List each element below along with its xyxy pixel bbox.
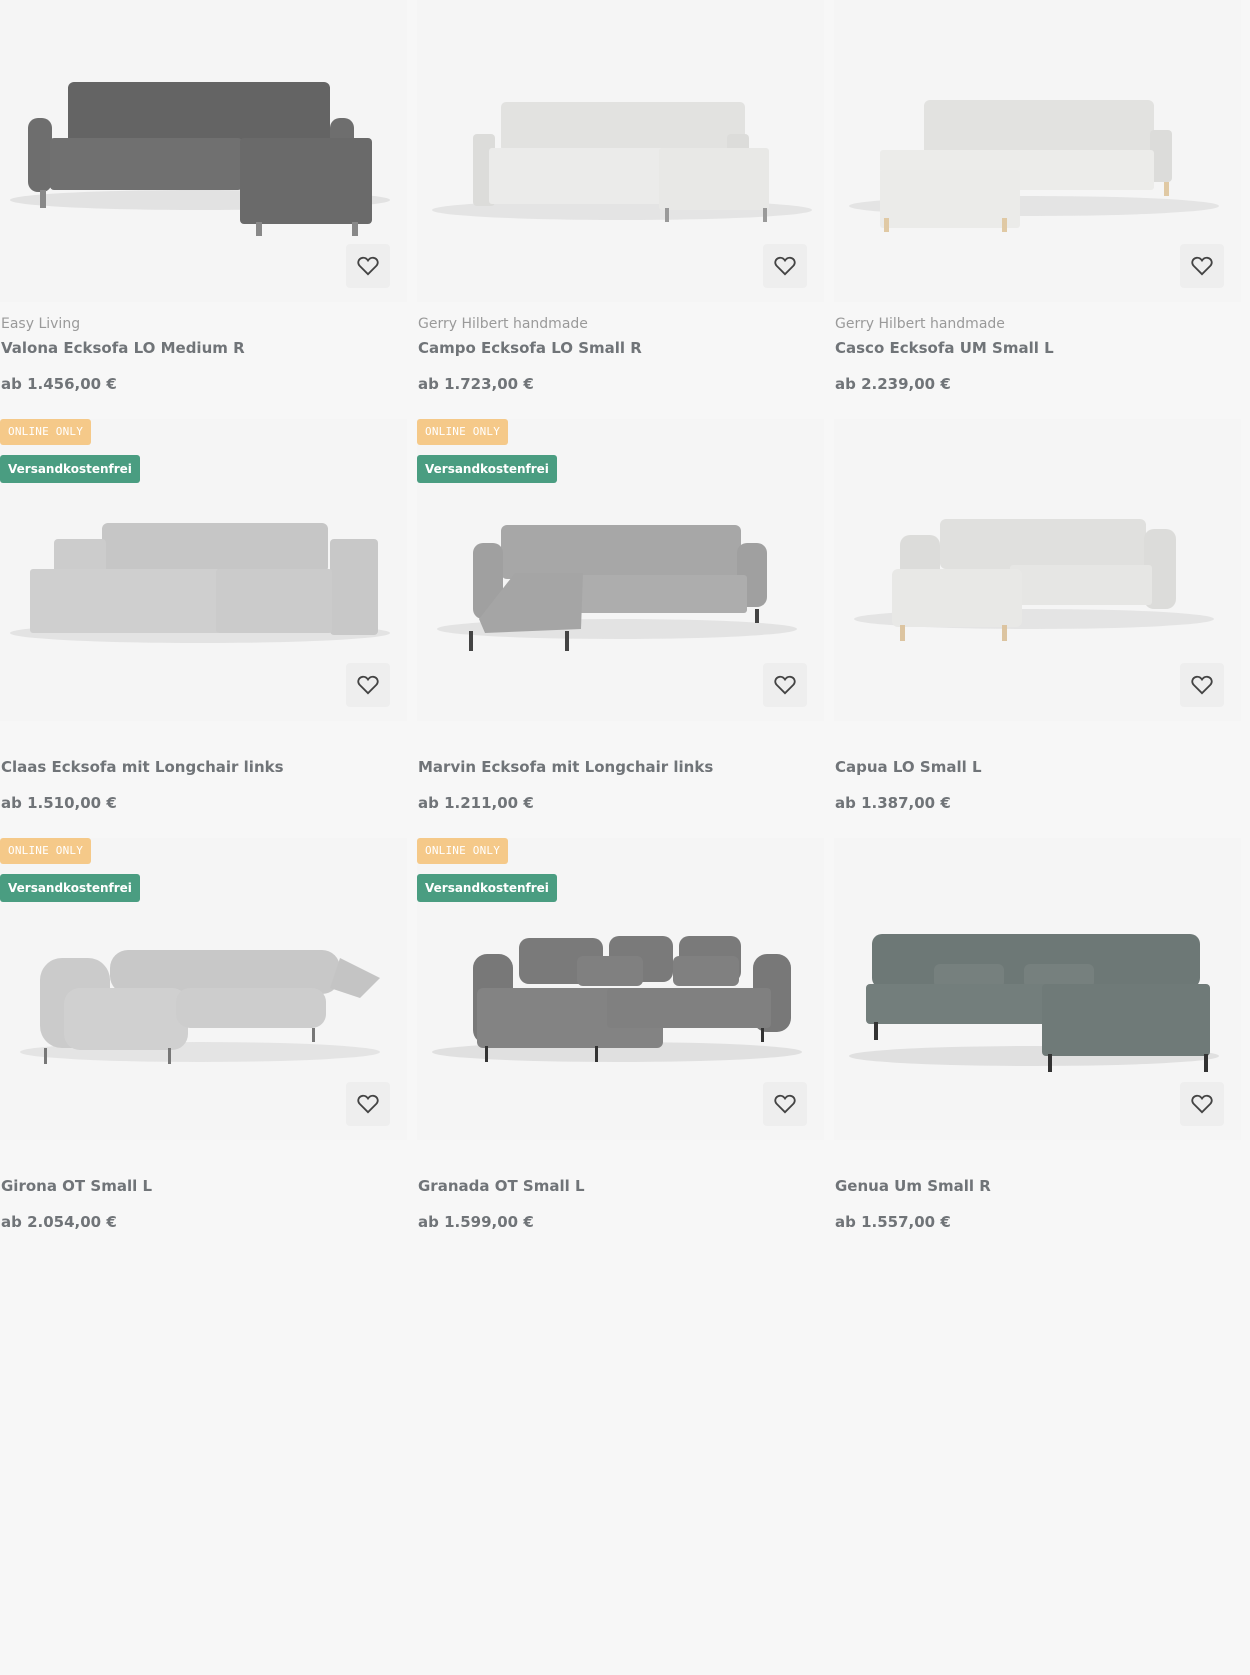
wishlist-button[interactable] [346, 244, 390, 288]
product-brand: Easy Living [1, 316, 81, 332]
heart-icon [1191, 1094, 1213, 1114]
product-price: ab 1.557,00 € [835, 1213, 951, 1231]
heart-icon [357, 675, 379, 695]
online-only-badge: ONLINE ONLY [0, 419, 92, 445]
product-name[interactable]: Marvin Ecksofa mit Longchair links [418, 758, 713, 776]
product-name[interactable]: Capua LO Small L [835, 758, 982, 776]
product-price: ab 1.723,00 € [418, 375, 534, 393]
product-name[interactable]: Casco Ecksofa UM Small L [835, 339, 1054, 357]
heart-icon [357, 256, 379, 276]
wishlist-button[interactable] [763, 244, 807, 288]
product-name[interactable]: Campo Ecksofa LO Small R [418, 339, 642, 357]
heart-icon [774, 256, 796, 276]
product-card[interactable]: ONLINE ONLY Versandkostenfrei Marvin Eck… [417, 419, 824, 837]
product-price: ab 1.510,00 € [1, 794, 117, 812]
product-price: ab 1.211,00 € [418, 794, 534, 812]
product-price: ab 2.054,00 € [1, 1213, 117, 1231]
heart-icon [1191, 256, 1213, 276]
free-shipping-badge: Versandkostenfrei [417, 874, 557, 902]
heart-icon [774, 675, 796, 695]
product-name[interactable]: Genua Um Small R [835, 1177, 991, 1195]
product-price: ab 1.599,00 € [418, 1213, 534, 1231]
wishlist-button[interactable] [346, 1082, 390, 1126]
product-card[interactable]: Gerry Hilbert handmade Campo Ecksofa LO … [417, 0, 824, 418]
product-price: ab 1.456,00 € [1, 375, 117, 393]
product-card[interactable]: ONLINE ONLY Versandkostenfrei Girona OT … [0, 838, 407, 1256]
product-card[interactable]: ONLINE ONLY Versandkostenfrei Granada OT… [417, 838, 824, 1256]
free-shipping-badge: Versandkostenfrei [0, 874, 140, 902]
product-name[interactable]: Girona OT Small L [1, 1177, 152, 1195]
product-price: ab 1.387,00 € [835, 794, 951, 812]
wishlist-button[interactable] [763, 1082, 807, 1126]
heart-icon [774, 1094, 796, 1114]
product-brand: Gerry Hilbert handmade [835, 316, 1005, 332]
wishlist-button[interactable] [1180, 1082, 1224, 1126]
wishlist-button[interactable] [763, 663, 807, 707]
product-card[interactable]: Easy Living Valona Ecksofa LO Medium R a… [0, 0, 407, 418]
wishlist-button[interactable] [346, 663, 390, 707]
heart-icon [357, 1094, 379, 1114]
heart-icon [1191, 675, 1213, 695]
product-name[interactable]: Claas Ecksofa mit Longchair links [1, 758, 284, 776]
online-only-badge: ONLINE ONLY [417, 419, 509, 445]
online-only-badge: ONLINE ONLY [417, 838, 509, 864]
product-card[interactable]: ONLINE ONLY Versandkostenfrei Claas Ecks… [0, 419, 407, 837]
free-shipping-badge: Versandkostenfrei [417, 455, 557, 483]
product-card[interactable]: Gerry Hilbert handmade Casco Ecksofa UM … [834, 0, 1241, 418]
product-brand: Gerry Hilbert handmade [418, 316, 588, 332]
wishlist-button[interactable] [1180, 663, 1224, 707]
product-price: ab 2.239,00 € [835, 375, 951, 393]
product-card[interactable]: Capua LO Small L ab 1.387,00 € [834, 419, 1241, 837]
product-card[interactable]: Genua Um Small R ab 1.557,00 € [834, 838, 1241, 1256]
product-name[interactable]: Valona Ecksofa LO Medium R [1, 339, 245, 357]
online-only-badge: ONLINE ONLY [0, 838, 92, 864]
product-name[interactable]: Granada OT Small L [418, 1177, 585, 1195]
free-shipping-badge: Versandkostenfrei [0, 455, 140, 483]
wishlist-button[interactable] [1180, 244, 1224, 288]
